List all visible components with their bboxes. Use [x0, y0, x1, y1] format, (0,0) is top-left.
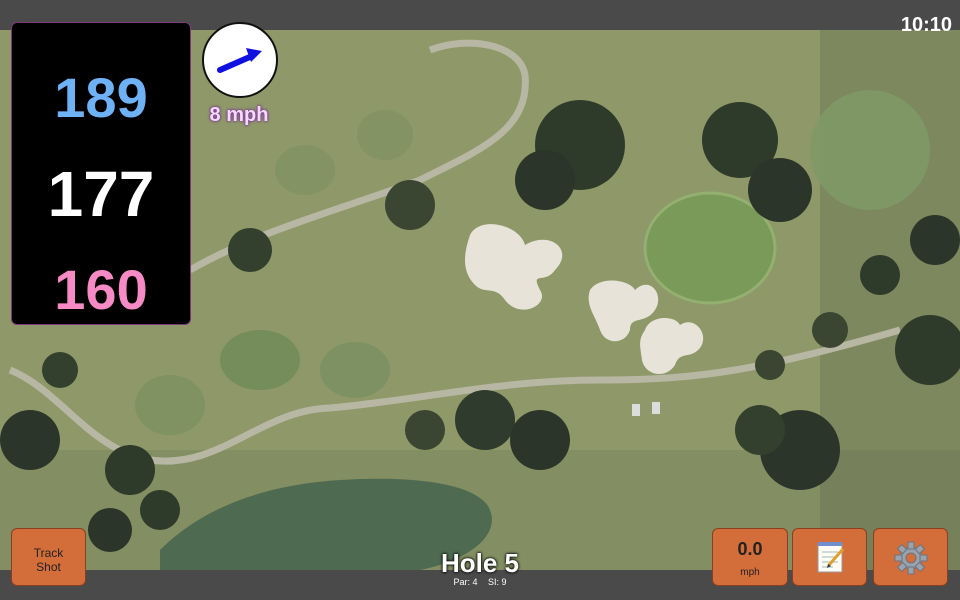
settings-button[interactable]: [873, 528, 948, 586]
middle-distance: 177: [47, 158, 155, 230]
speed-button[interactable]: 0.0 mph: [712, 528, 788, 586]
wind-indicator: [202, 22, 278, 98]
notes-button[interactable]: [792, 528, 867, 586]
track-shot-button[interactable]: Track Shot: [11, 528, 86, 586]
front-distance: 160: [54, 258, 148, 321]
speed-value: 0.0: [737, 539, 763, 559]
arrow-icon: [217, 48, 262, 73]
back-distance: 189: [54, 66, 148, 129]
notepad-icon: [817, 542, 845, 573]
hole-info: Par: 4 SI: 9: [380, 577, 580, 587]
speed-unit: mph: [740, 567, 760, 578]
par-label: Par: 4: [453, 577, 478, 587]
track-shot-label-line2: Shot: [36, 560, 61, 574]
track-shot-label-line1: Track: [33, 546, 64, 560]
distance-panel: 189 177 160: [11, 22, 191, 325]
stroke-index-label: SI: 9: [488, 577, 507, 587]
gear-icon: [894, 541, 928, 575]
wind-speed: 8 mph: [209, 104, 269, 126]
hole-title: Hole 5: [440, 548, 520, 578]
clock: 10:10: [900, 14, 952, 36]
